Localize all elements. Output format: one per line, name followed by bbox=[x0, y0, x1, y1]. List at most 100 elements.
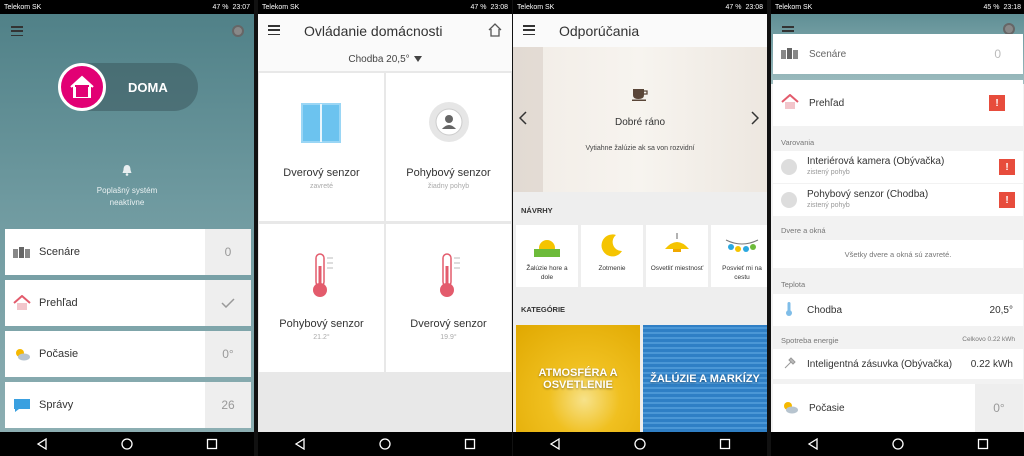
battery: 45 % bbox=[983, 3, 1000, 11]
chat-icon bbox=[11, 398, 33, 413]
battery: 47 % bbox=[470, 3, 487, 11]
weather-icon bbox=[781, 400, 799, 417]
thermometer-icon bbox=[311, 252, 335, 303]
card-value: 0° bbox=[205, 331, 251, 377]
recents-icon[interactable] bbox=[205, 437, 219, 451]
menu-icon[interactable] bbox=[268, 25, 280, 35]
section-categories: KATEGÓRIE bbox=[521, 305, 566, 314]
nav-bar bbox=[258, 432, 512, 456]
suggestion-label: Posvieť mi na cestu bbox=[722, 265, 762, 281]
scenes-value: 0 bbox=[994, 47, 1001, 61]
recommendation-desc: Vytiahne žalúzie ak sa von rozvidní bbox=[585, 145, 695, 152]
temperature-room: Chodba bbox=[807, 304, 843, 316]
card-value: 26 bbox=[205, 382, 251, 428]
menu-icon[interactable] bbox=[523, 25, 535, 35]
check-icon bbox=[205, 280, 251, 326]
home-nav-icon[interactable] bbox=[633, 437, 647, 451]
suggestion-dim[interactable]: Zotmenie bbox=[581, 225, 643, 287]
motion-icon bbox=[781, 192, 797, 208]
alarm-label: Poplašný systém bbox=[96, 186, 158, 195]
screen-home: Telekom SK 47 % 23:07 DOMA Poplašný systé… bbox=[0, 0, 254, 456]
card-label: Prehľad bbox=[39, 297, 78, 309]
home-nav-icon[interactable] bbox=[378, 437, 392, 451]
category-label: ŽALÚZIE A MARKÍZY bbox=[650, 372, 760, 385]
overview-label: Prehľad bbox=[809, 97, 845, 109]
alert-icon: ! bbox=[999, 159, 1015, 175]
warning-name: Pohybový senzor (Chodba) bbox=[807, 189, 929, 200]
temperature-row[interactable]: Chodba 20,5° bbox=[773, 294, 1023, 326]
card-scenes[interactable]: Scenáre 0 bbox=[5, 229, 251, 275]
clock: 23:07 bbox=[232, 3, 250, 11]
room-label: Chodba 20,5° bbox=[348, 53, 410, 65]
energy-row[interactable]: Inteligentná zásuvka (Obývačka) 0.22 kWh bbox=[773, 349, 1023, 379]
nav-bar bbox=[513, 432, 767, 456]
back-icon[interactable] bbox=[293, 437, 307, 451]
weather-value: 0° bbox=[975, 384, 1023, 432]
camera-icon bbox=[781, 159, 797, 175]
category-atmosphere[interactable]: ATMOSFÉRA A OSVETLENIE bbox=[516, 325, 640, 432]
energy-total: Celkovo 0.22 kWh bbox=[962, 336, 1015, 343]
warnings-label: Varovania bbox=[781, 138, 815, 147]
profile-icon[interactable] bbox=[232, 25, 244, 37]
dropdown-icon bbox=[413, 54, 422, 65]
doors-label: Dvere a okná bbox=[781, 226, 826, 235]
card-weather[interactable]: Počasie 0° bbox=[5, 331, 251, 377]
doors-status: Všetky dvere a okná sú zavreté. bbox=[773, 240, 1023, 268]
tile-name: Dverový senzor bbox=[283, 167, 360, 179]
tile-motion-sensor-temp[interactable]: Pohybový senzor 21.2° bbox=[259, 224, 384, 372]
category-blinds[interactable]: ŽALÚZIE A MARKÍZY bbox=[643, 325, 767, 432]
recents-icon[interactable] bbox=[718, 437, 732, 451]
suggestion-label: Žalúzie hore a dole bbox=[526, 265, 568, 281]
room-selector[interactable]: Chodba 20,5° bbox=[258, 47, 512, 71]
warning-row[interactable]: Pohybový senzor (Chodba) zistený pohyb ! bbox=[773, 184, 1023, 216]
carrier: Telekom SK bbox=[775, 3, 813, 11]
alert-icon: ! bbox=[999, 192, 1015, 208]
card-overview[interactable]: Prehľad ! bbox=[773, 80, 1023, 126]
card-weather[interactable]: Počasie 0° bbox=[773, 384, 1023, 432]
nav-bar bbox=[771, 432, 1024, 456]
greeting: Dobré ráno bbox=[614, 117, 666, 128]
scenes-icon bbox=[781, 47, 799, 62]
battery: 47 % bbox=[725, 3, 742, 11]
card-label: Správy bbox=[39, 399, 74, 411]
page-title: Odporúčania bbox=[559, 22, 640, 39]
tile-door-sensor[interactable]: Dverový senzor zavreté bbox=[259, 73, 384, 221]
carrier: Telekom SK bbox=[262, 3, 300, 11]
home-nav-icon[interactable] bbox=[891, 437, 905, 451]
light-string-icon bbox=[725, 237, 759, 260]
section-suggestions: NÁVRHY bbox=[521, 206, 553, 215]
recents-icon[interactable] bbox=[976, 437, 990, 451]
carrier: Telekom SK bbox=[4, 3, 42, 11]
tile-status: žiadny pohyb bbox=[427, 183, 470, 190]
energy-device: Inteligentná zásuvka (Obývačka) bbox=[807, 358, 953, 370]
tile-motion-sensor[interactable]: Pohybový senzor žiadny pohyb bbox=[386, 73, 511, 221]
card-overview[interactable]: Prehľad bbox=[5, 280, 251, 326]
recommendation-banner[interactable]: Dobré ráno Vytiahne žalúzie ak sa von ro… bbox=[513, 47, 767, 192]
card-scenes[interactable]: Scenáre 0 bbox=[773, 34, 1023, 74]
alert-icon: ! bbox=[989, 95, 1005, 111]
back-icon[interactable] bbox=[548, 437, 562, 451]
window-icon bbox=[301, 103, 341, 148]
card-messages[interactable]: Správy 26 bbox=[5, 382, 251, 428]
page-title: Ovládanie domácnosti bbox=[304, 22, 443, 39]
suggestion-light[interactable]: Osvetliť miestnosť bbox=[646, 225, 708, 287]
tile-status: 21.2° bbox=[313, 334, 330, 341]
suggestion-blinds[interactable]: Žalúzie hore a dole bbox=[516, 225, 578, 287]
warning-row[interactable]: Interiérová kamera (Obývačka) zistený poh… bbox=[773, 151, 1023, 183]
back-icon[interactable] bbox=[806, 437, 820, 451]
back-icon[interactable] bbox=[35, 437, 49, 451]
home-nav-icon[interactable] bbox=[120, 437, 134, 451]
app-bar: Ovládanie domácnosti bbox=[258, 14, 512, 47]
mode-switch[interactable]: DOMA bbox=[58, 63, 198, 111]
suggestion-path-light[interactable]: Posvieť mi na cestu bbox=[711, 225, 767, 287]
home-icon[interactable] bbox=[488, 23, 502, 42]
menu-icon[interactable] bbox=[11, 26, 23, 36]
recents-icon[interactable] bbox=[463, 437, 477, 451]
tile-name: Pohybový senzor bbox=[406, 167, 491, 179]
alarm-status[interactable]: Poplašný systém neaktívne bbox=[0, 165, 254, 209]
tile-door-sensor-temp[interactable]: Dverový senzor 19.9° bbox=[386, 224, 511, 372]
status-bar: Telekom SK 45 % 23:18 bbox=[771, 0, 1024, 14]
clock: 23:08 bbox=[490, 3, 508, 11]
tile-name: Pohybový senzor bbox=[279, 318, 364, 330]
home-icon bbox=[58, 63, 106, 111]
